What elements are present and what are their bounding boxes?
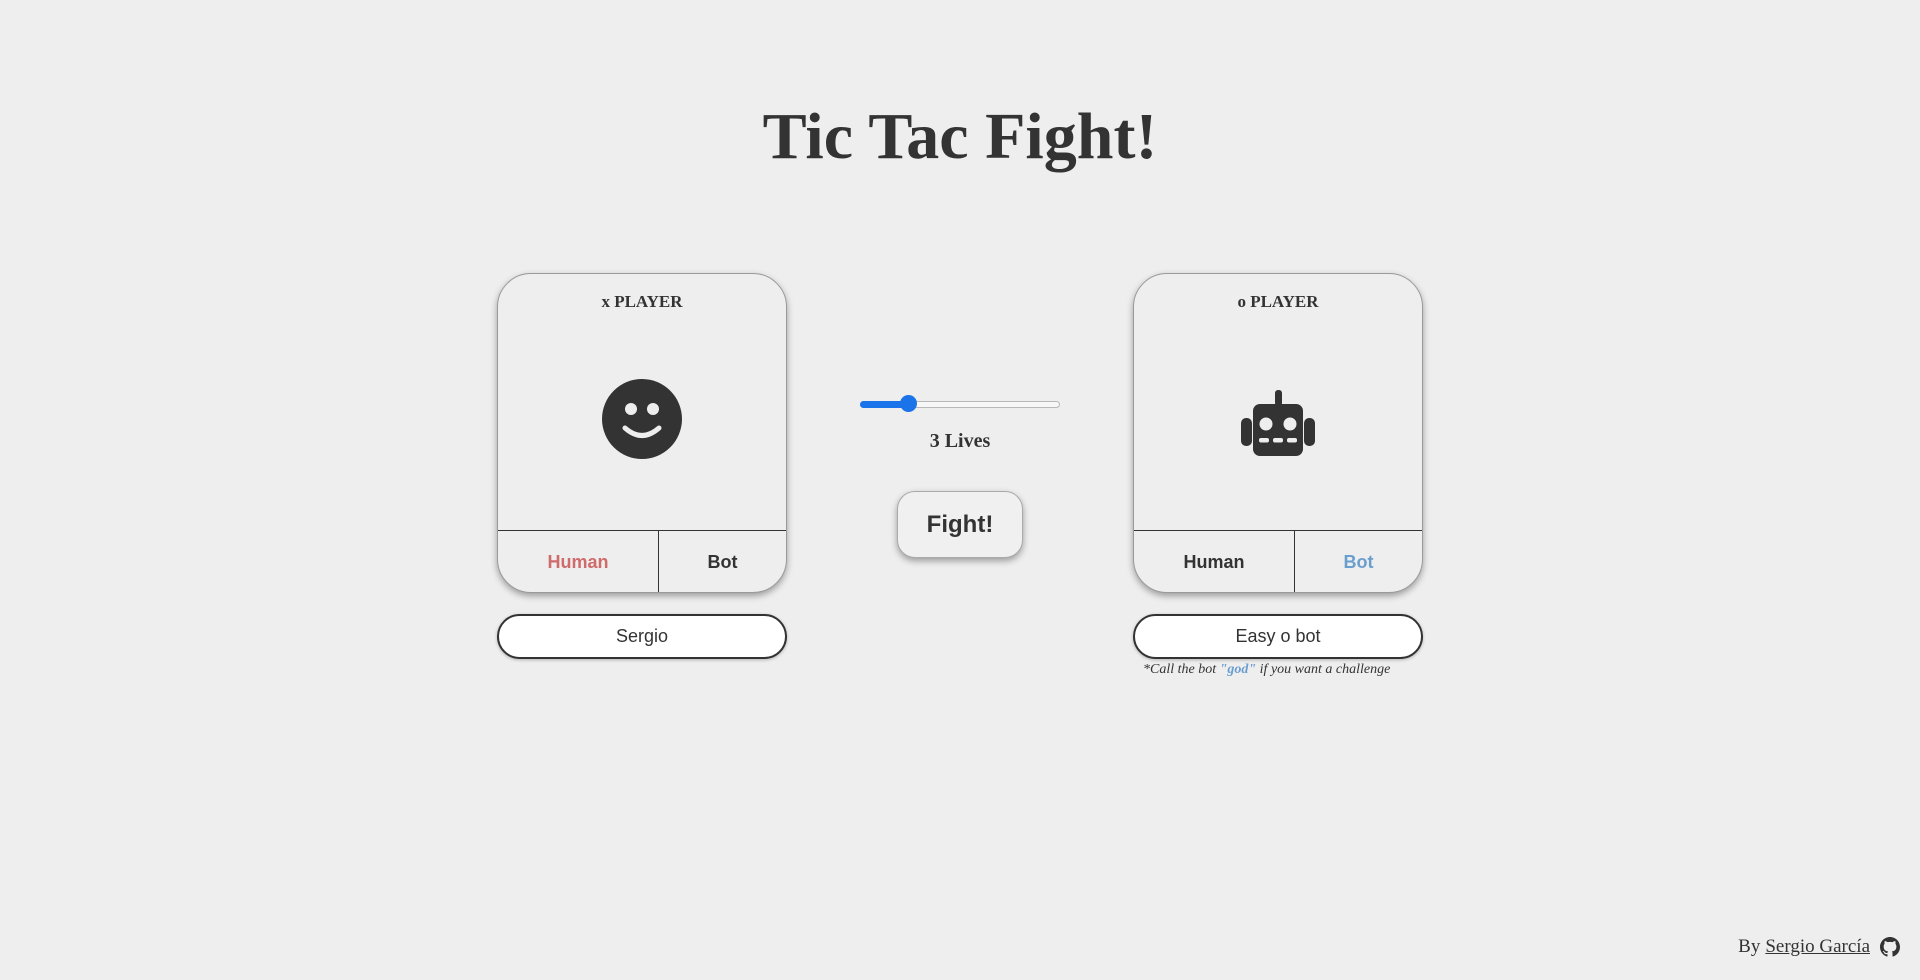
o-player-mode-toggle: Human Bot [1134, 530, 1422, 592]
lives-label: 3 Lives [929, 430, 991, 452]
o-player-label: o PLAYER [1237, 292, 1319, 311]
fight-button[interactable]: Fight! [897, 491, 1023, 558]
o-player-human-option[interactable]: Human [1134, 531, 1295, 592]
x-player-name-input[interactable] [497, 614, 787, 659]
github-icon[interactable] [1880, 937, 1900, 957]
x-player-label: x PLAYER [601, 292, 683, 311]
bot-hint-suffix: if you want a challenge [1256, 662, 1391, 677]
x-player-human-option[interactable]: Human [498, 531, 659, 592]
footer: By Sergio García [1738, 936, 1900, 958]
page: Tic Tac Fight! x PLAYER Human Bot 3 Live… [0, 0, 1920, 980]
page-title: Tic Tac Fight! [762, 100, 1158, 173]
bot-hint-prefix: *Call the bot [1143, 662, 1220, 677]
lives-slider[interactable] [860, 393, 1060, 413]
bot-hint: *Call the bot "god" if you want a challe… [1143, 662, 1390, 678]
bot-hint-highlight: "god" [1219, 662, 1257, 677]
o-player-card: o PLAYER Human Bot [1133, 273, 1423, 593]
footer-prefix: By [1738, 936, 1761, 957]
o-player-name-input[interactable] [1133, 614, 1423, 659]
x-player-card: x PLAYER Human Bot [497, 273, 787, 593]
robot-icon [1241, 390, 1315, 456]
author-link[interactable]: Sergio García [1765, 936, 1870, 958]
o-player-bot-option[interactable]: Bot [1295, 531, 1422, 592]
x-player-mode-toggle: Human Bot [498, 530, 786, 592]
lives-slider-thumb[interactable] [900, 395, 918, 412]
x-player-bot-option[interactable]: Bot [659, 531, 786, 592]
smiley-face-icon [602, 379, 682, 459]
